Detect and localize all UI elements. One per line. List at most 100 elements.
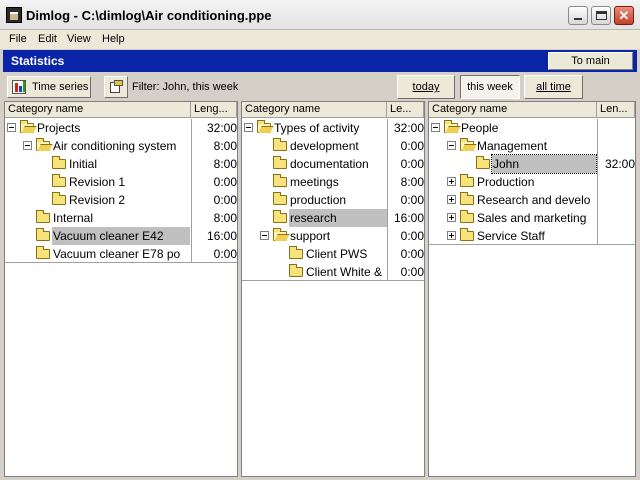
tree-item-label: Initial (69, 157, 98, 171)
length-header[interactable]: Le... (387, 102, 424, 118)
menu-edit[interactable]: Edit (38, 33, 57, 45)
title-bar[interactable]: Dimlog - C:\dimlog\Air conditioning.ppe … (0, 0, 640, 30)
length-value: 8:00 (213, 139, 237, 153)
category-name-header[interactable]: Category name (242, 102, 387, 118)
folder-icon (36, 210, 50, 223)
time-series-button[interactable]: Time series (7, 76, 91, 98)
today-button[interactable]: today (397, 75, 455, 99)
tree-item-label: Types of activity (274, 121, 360, 135)
length-header[interactable]: Leng... (191, 102, 237, 118)
length-value: 0:00 (400, 139, 424, 153)
today-label: today (412, 81, 440, 93)
page-title: Statistics (11, 54, 65, 68)
folder-icon (52, 174, 66, 187)
menu-file[interactable]: File (9, 33, 27, 45)
minimize-button[interactable] (568, 6, 588, 25)
collapse-icon[interactable] (244, 123, 253, 132)
length-value: 0:00 (400, 229, 424, 243)
category-name-header[interactable]: Category name (429, 102, 597, 118)
expand-icon[interactable] (447, 231, 456, 240)
expand-icon[interactable] (447, 195, 456, 204)
collapse-icon[interactable] (23, 141, 32, 150)
this-week-label: this week (467, 81, 513, 93)
filter-button[interactable] (104, 76, 128, 98)
window-title: Dimlog - C:\dimlog\Air conditioning.ppe (26, 8, 272, 23)
folder-icon (273, 138, 287, 151)
length-value: 0:00 (400, 157, 424, 171)
close-icon: ✕ (618, 8, 630, 23)
tree-item-label: John (491, 154, 597, 174)
collapse-icon[interactable] (260, 231, 269, 240)
folder-icon (476, 156, 490, 169)
tree-item-label: Research and develo (477, 193, 591, 207)
length-value: 0:00 (400, 247, 424, 261)
filter-icon (110, 80, 123, 94)
length-value: 0:00 (213, 175, 237, 189)
tree-item-label: Projects (37, 121, 81, 135)
activity-panel[interactable]: Category name Le... Types of activity de… (241, 101, 425, 477)
folder-icon (36, 228, 50, 241)
folder-icon (460, 174, 474, 187)
folder-icon (460, 210, 474, 223)
tree-item-label: Production (477, 175, 535, 189)
collapse-icon[interactable] (7, 123, 16, 132)
expand-icon[interactable] (447, 177, 456, 186)
expand-icon[interactable] (447, 213, 456, 222)
minimize-icon (574, 18, 582, 20)
folder-icon (273, 174, 287, 187)
folder-icon (52, 192, 66, 205)
all-time-label: all time (536, 81, 571, 93)
folder-icon (273, 210, 287, 223)
maximize-button[interactable] (591, 6, 611, 25)
bar-chart-icon (12, 80, 26, 94)
projects-panel[interactable]: Category name Leng... Projects Air condi… (4, 101, 238, 477)
tree-item-label: meetings (290, 175, 339, 189)
close-button[interactable]: ✕ (614, 6, 634, 25)
category-name-header[interactable]: Category name (5, 102, 191, 118)
length-header[interactable]: Len... (597, 102, 635, 118)
collapse-icon[interactable] (431, 123, 440, 132)
length-value: 8:00 (213, 211, 237, 225)
this-week-button[interactable]: this week (460, 75, 520, 99)
tree-item-label: Air conditioning system (53, 139, 177, 153)
length-value: 32:00 (206, 121, 237, 135)
menu-view[interactable]: View (67, 33, 91, 45)
length-value: 8:00 (400, 175, 424, 189)
folder-icon (289, 246, 303, 259)
folder-open-icon (36, 138, 50, 151)
statistics-header: Statistics (3, 50, 637, 72)
length-value: 16:00 (393, 211, 424, 225)
folder-open-icon (257, 120, 271, 133)
length-value: 0:00 (400, 265, 424, 279)
tree-item-label: People (461, 121, 499, 135)
collapse-icon[interactable] (447, 141, 456, 150)
tree-item-label: Revision 1 (69, 175, 126, 189)
menu-bar: File Edit View Help (0, 30, 640, 49)
tree-item-label: Vacuum cleaner E42 (52, 227, 190, 245)
length-value: 0:00 (213, 247, 237, 261)
tree-item-label: Service Staff (477, 229, 545, 243)
people-panel[interactable]: Category name Len... People Management J… (428, 101, 636, 477)
folder-open-icon (460, 138, 474, 151)
tree-item-label: development (290, 139, 359, 153)
folder-open-icon (273, 228, 287, 241)
length-value: 0:00 (213, 193, 237, 207)
folder-icon (36, 246, 50, 259)
all-time-button[interactable]: all time (524, 75, 583, 99)
length-value: 16:00 (206, 229, 237, 243)
folder-icon (460, 228, 474, 241)
folder-open-icon (20, 120, 34, 133)
tree-item-label: Client PWS (306, 247, 368, 261)
length-value: 0:00 (400, 193, 424, 207)
folder-icon (273, 156, 287, 169)
length-value: 32:00 (604, 157, 635, 171)
to-main-button[interactable]: To main (548, 52, 633, 70)
folder-open-icon (444, 120, 458, 133)
maximize-icon (596, 11, 607, 20)
tree-item-label: support (290, 229, 331, 243)
menu-help[interactable]: Help (102, 33, 125, 45)
tree-item-label: Revision 2 (69, 193, 126, 207)
tree-item-label: Sales and marketing (477, 211, 587, 225)
tree-item-label: Vacuum cleaner E78 po (53, 247, 181, 261)
filter-status: Filter: John, this week (132, 81, 239, 93)
